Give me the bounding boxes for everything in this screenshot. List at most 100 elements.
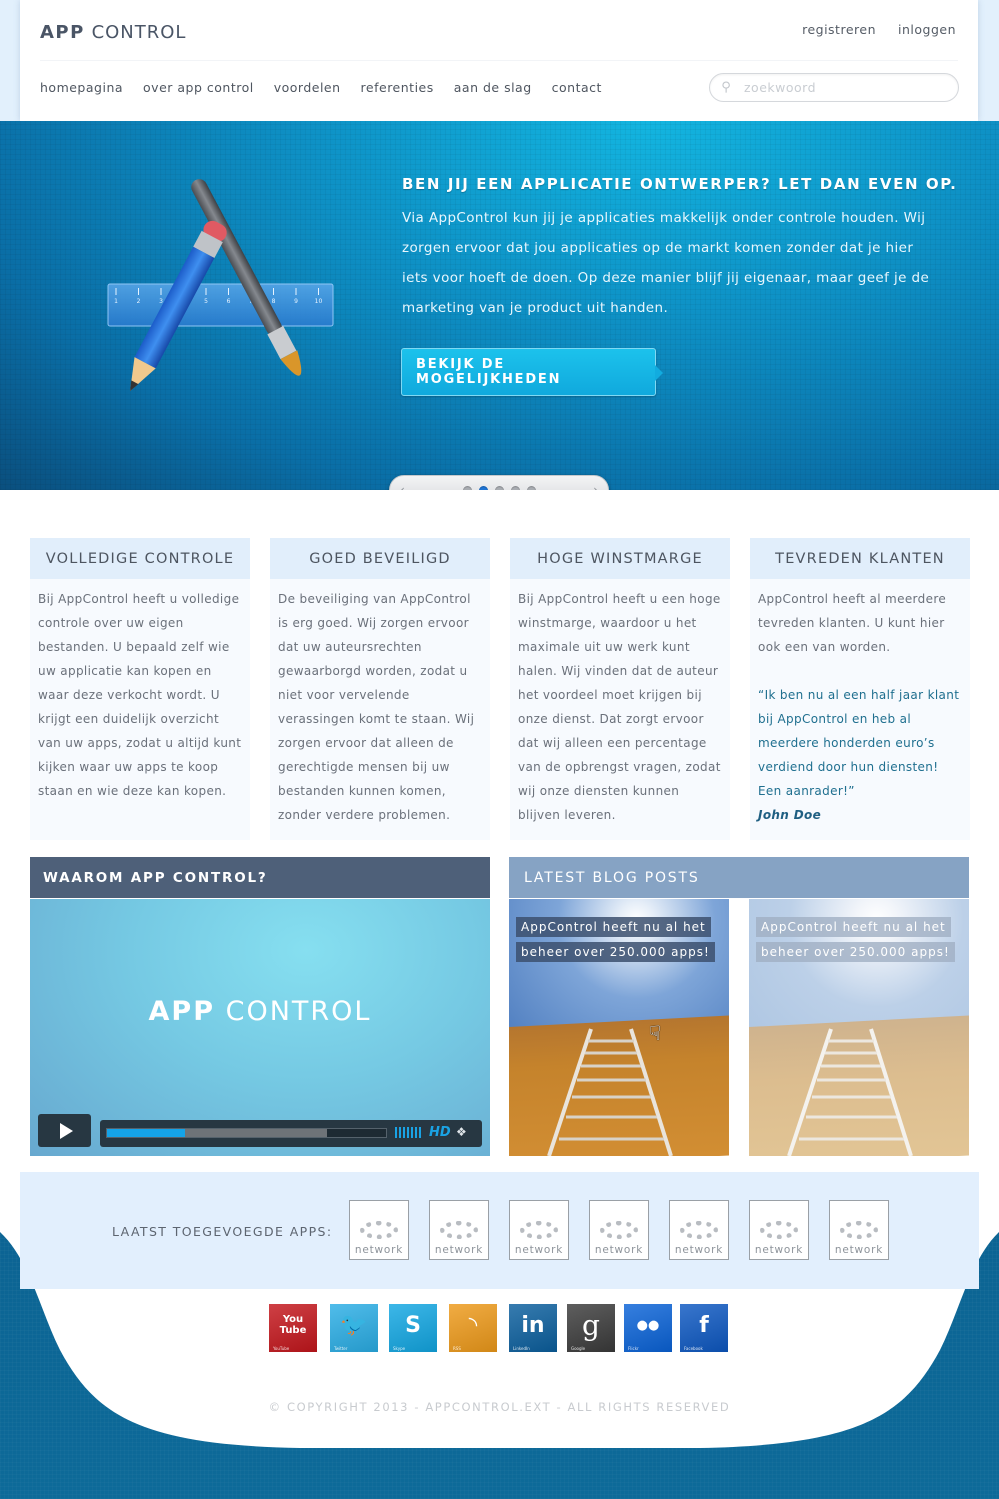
social-glyph: 🐦: [340, 1312, 368, 1338]
feature-title: TEVREDEN KLANTEN: [750, 538, 970, 579]
nav-over-app-control[interactable]: over app control: [143, 80, 254, 95]
post-caption-line: AppControl heeft nu al het: [756, 917, 951, 937]
video-logo: APP CONTROL: [30, 996, 490, 1027]
feature-hoge-winstmarge: HOGE WINSTMARGE Bij AppControl heeft u e…: [510, 538, 730, 840]
video-title: WAAROM APP CONTROL?: [30, 857, 490, 898]
account-links: registreren inloggen: [802, 22, 956, 37]
feature-volledige-controle: VOLLEDIGE CONTROLE Bij AppControl heeft …: [30, 538, 250, 840]
ruler-number: 3: [159, 298, 163, 305]
nav-aan-de-slag[interactable]: aan de slag: [454, 80, 532, 95]
progress-bar[interactable]: [106, 1128, 387, 1138]
hero-banner: 12345678910 BEN JIJ EEN APPLICATIE ONTWE…: [0, 121, 999, 490]
social-caption: Skype: [393, 1346, 406, 1351]
view-possibilities-button[interactable]: BEKIJK DE MOGELIJKHEDEN: [401, 348, 663, 396]
hd-toggle[interactable]: HD: [429, 1125, 451, 1140]
video-controls: HD ❖: [100, 1120, 482, 1147]
app-tile[interactable]: network: [749, 1200, 809, 1260]
app-tile[interactable]: network: [349, 1200, 409, 1260]
testimonial-author: John Doe: [758, 808, 822, 822]
video-logo-bold: APP: [148, 996, 216, 1027]
hero-title: BEN JIJ EEN APPLICATIE ONTWERPER? LET DA…: [402, 175, 958, 193]
blog-panel: LATEST BLOG POSTS AppControl heeft nu al…: [509, 857, 969, 1156]
video-player[interactable]: APP CONTROL HD ❖: [30, 899, 490, 1156]
ruler-number: 8: [272, 298, 276, 305]
design-tools-illustration: 12345678910: [107, 179, 334, 392]
social-rss-icon[interactable]: ◝ RSS: [449, 1304, 497, 1352]
register-link[interactable]: registreren: [802, 22, 876, 37]
nav-referenties[interactable]: referenties: [361, 80, 434, 95]
social-caption: Twitter: [334, 1346, 348, 1351]
play-icon: [59, 1122, 73, 1139]
social-glyph: g: [582, 1308, 600, 1342]
social-glyph: ●●: [636, 1317, 660, 1333]
hero-text: Via AppControl kun jij je applicaties ma…: [402, 210, 930, 316]
played-bar: [107, 1129, 186, 1137]
post-caption-line: beheer over 250.000 apps!: [516, 942, 715, 962]
feature-goed-beveiligd: GOED BEVEILIGD De beveiliging van AppCon…: [270, 538, 490, 840]
logo[interactable]: APP CONTROL: [40, 22, 186, 43]
feature-title: GOED BEVEILIGD: [270, 538, 490, 579]
logo-bold: APP: [40, 22, 85, 43]
social-caption: Flickr: [628, 1346, 639, 1351]
volume-icon[interactable]: [395, 1127, 421, 1138]
app-tile[interactable]: network: [429, 1200, 489, 1260]
hand-cursor-icon: ☟: [649, 1021, 662, 1045]
network-icon: [440, 1221, 478, 1239]
fullscreen-icon[interactable]: ❖: [456, 1125, 467, 1139]
network-icon: [520, 1221, 558, 1239]
social-caption: YouTube: [273, 1346, 290, 1351]
social-glyph: f: [699, 1312, 709, 1338]
video-logo-light: CONTROL: [225, 996, 372, 1027]
feature-text: AppControl heeft al meerdere tevreden kl…: [758, 592, 947, 654]
feature-title: VOLLEDIGE CONTROLE: [30, 538, 250, 579]
app-tile[interactable]: network: [589, 1200, 649, 1260]
ruler-number: 6: [227, 298, 231, 305]
latest-apps-strip: LAATST TOEGEVOEGDE APPS: network network n…: [20, 1172, 979, 1289]
ruler-number: 9: [294, 298, 298, 305]
app-name: network: [834, 1244, 884, 1256]
social-glyph: S: [405, 1312, 421, 1338]
app-tile[interactable]: network: [669, 1200, 729, 1260]
network-icon: [760, 1221, 798, 1239]
header-divider: [40, 60, 958, 61]
social-flickr-icon[interactable]: ●● Flickr: [624, 1304, 672, 1352]
social-facebook-icon[interactable]: f Facebook: [680, 1304, 728, 1352]
app-name: network: [354, 1244, 404, 1256]
social-youtube-icon[interactable]: You Tube YouTube: [269, 1304, 317, 1352]
app-tile[interactable]: network: [509, 1200, 569, 1260]
social-skype-icon[interactable]: S Skype: [389, 1304, 437, 1352]
nav-contact[interactable]: contact: [552, 80, 602, 95]
app-tile[interactable]: network: [829, 1200, 889, 1260]
social-linkedin-icon[interactable]: in LinkedIn: [509, 1304, 557, 1352]
app-name: network: [674, 1244, 724, 1256]
blog-title: LATEST BLOG POSTS: [509, 857, 969, 898]
site-header: APP CONTROL registreren inloggen homepag…: [20, 0, 978, 121]
post-caption: AppControl heeft nu al het beheer over 2…: [516, 916, 726, 966]
social-caption: RSS: [453, 1346, 461, 1351]
ruler-number: 1: [114, 298, 118, 305]
app-tiles: network network network network network netwo…: [349, 1200, 889, 1260]
latest-apps-label: LAATST TOEGEVOEGDE APPS:: [112, 1224, 333, 1239]
search-input[interactable]: [744, 80, 944, 95]
ruler-number: 2: [137, 298, 141, 305]
nav-voordelen[interactable]: voordelen: [274, 80, 341, 95]
login-link[interactable]: inloggen: [898, 22, 956, 37]
feature-text: De beveiliging van AppControl is erg goe…: [278, 592, 475, 822]
play-button[interactable]: [38, 1114, 91, 1147]
post-caption: AppControl heeft nu al het beheer over 2…: [756, 916, 966, 966]
feature-text: Bij AppControl heeft u volledige control…: [38, 592, 242, 798]
social-twitter-icon[interactable]: 🐦 Twitter: [330, 1304, 378, 1352]
network-icon: [680, 1221, 718, 1239]
search-icon[interactable]: ⚲: [710, 80, 742, 95]
social-caption: Facebook: [684, 1346, 703, 1351]
social-caption: Google: [571, 1346, 586, 1351]
social-glyph: in: [521, 1312, 545, 1338]
social-google-icon[interactable]: g Google: [567, 1304, 615, 1352]
ruler-number: 10: [315, 298, 323, 305]
search-box: ⚲: [709, 73, 959, 102]
app-name: network: [434, 1244, 484, 1256]
social-glyph: You Tube: [279, 1314, 307, 1336]
nav-homepagina[interactable]: homepagina: [40, 80, 123, 95]
blog-post[interactable]: AppControl heeft nu al het beheer over 2…: [509, 899, 729, 1156]
blog-post[interactable]: AppControl heeft nu al het beheer over 2…: [749, 899, 969, 1156]
